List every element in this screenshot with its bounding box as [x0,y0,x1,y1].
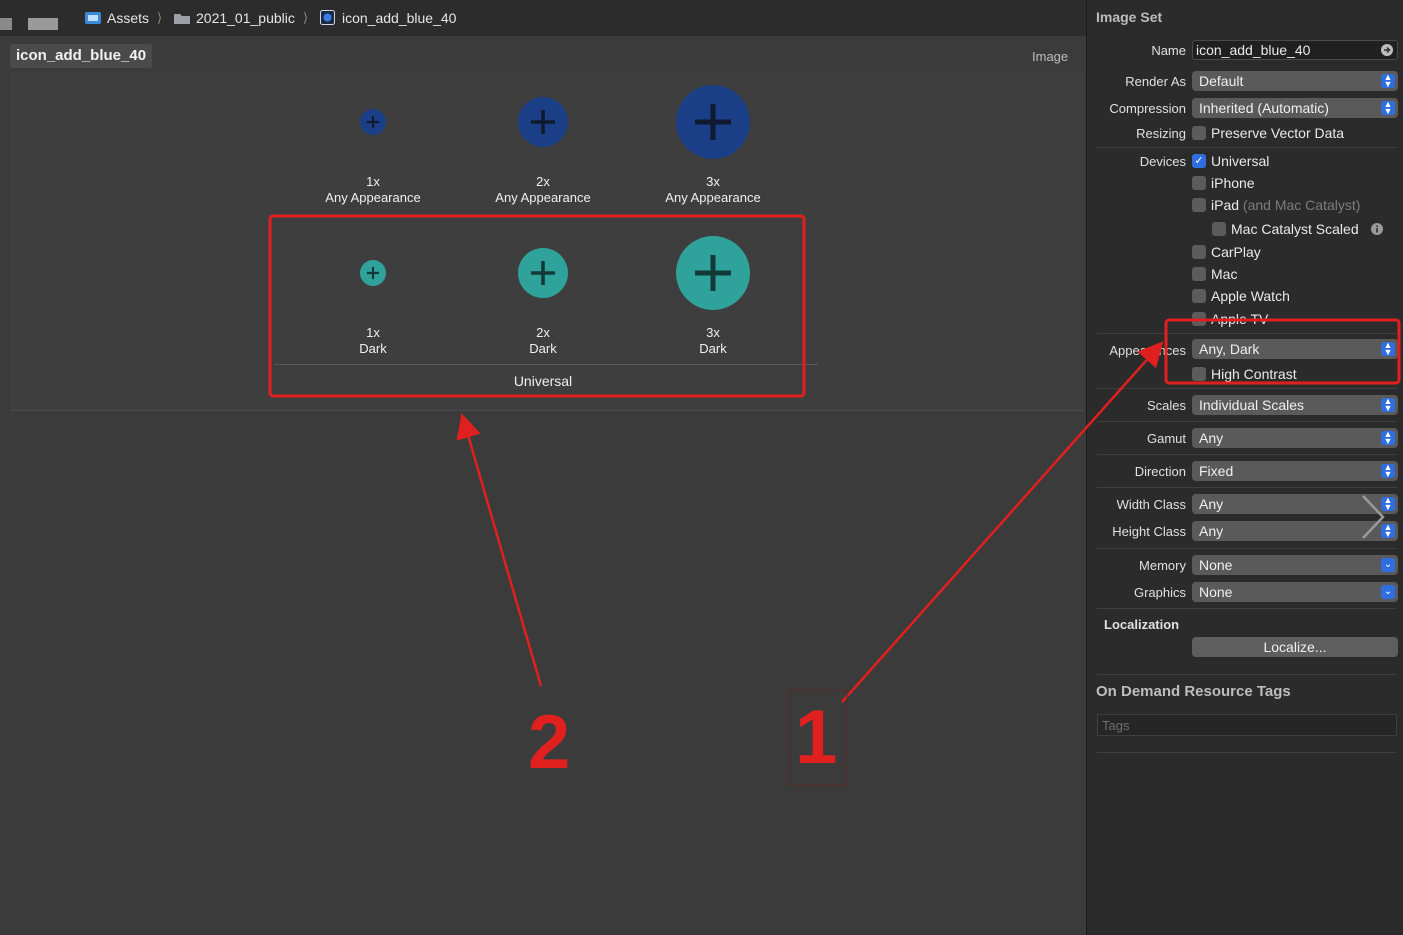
universal-checkbox[interactable]: ✓ [1192,154,1206,168]
appearances-popup[interactable]: Any, Dark ▲ ▼ [1192,339,1398,359]
inspector-title: Image Set [1096,9,1163,25]
chevron-down-icon: ⌄ [1381,558,1395,572]
section-divider [1097,421,1397,422]
direction-label: Direction [1134,464,1186,479]
mac-label: Mac [1211,266,1238,282]
height-class-label: Height Class [1112,524,1186,539]
breadcrumb-item-image-set[interactable]: icon_add_blue_40 [342,10,456,26]
jump-bar-control[interactable] [28,18,58,30]
tags-field[interactable]: Tags [1097,714,1397,736]
devices-label: Devices [1139,154,1186,169]
breadcrumb-item-folder[interactable]: 2021_01_public [196,10,295,26]
ipad-checkbox[interactable] [1192,198,1206,212]
name-label: Name [1151,43,1186,58]
high-contrast-checkbox[interactable] [1192,367,1206,381]
updown-chevron-icon: ▲ ▼ [1381,73,1395,89]
section-divider [1097,388,1397,389]
name-field[interactable]: icon_add_blue_40 [1192,40,1398,60]
apple-watch-checkbox[interactable] [1192,289,1206,303]
localization-title: Localization [1104,617,1180,632]
render-as-label: Render As [1125,74,1186,89]
apple-watch-label: Apple Watch [1211,288,1290,304]
apple-tv-label: Apple TV [1211,311,1269,327]
info-icon[interactable] [1371,223,1383,235]
memory-label: Memory [1139,558,1186,573]
plus-circle-3x-any[interactable] [676,85,750,159]
preserve-vector-label: Preserve Vector Data [1211,125,1345,141]
updown-chevron-icon: ▲ ▼ [1381,100,1395,116]
memory-popup[interactable]: None ⌄ [1192,555,1398,575]
slot-label: 1x Any Appearance [325,174,421,205]
section-divider [1097,454,1397,455]
folder-icon [174,14,190,24]
breadcrumb-separator: ⟩ [157,10,163,25]
compression-label: Compression [1109,101,1186,116]
graphics-label: Graphics [1133,585,1186,600]
section-divider [1097,487,1397,488]
breadcrumb-bar: Assets ⟩ 2021_01_public ⟩ icon_add_blue_… [0,0,1086,37]
plus-circle-1x-any[interactable] [360,109,386,135]
universal-label: Universal [1211,153,1270,169]
updown-chevron-icon: ▲ ▼ [1381,463,1395,479]
scales-popup[interactable]: Individual Scales ▲ ▼ [1192,395,1398,415]
arrow-circle-icon[interactable] [1381,44,1393,56]
plus-circle-3x-dark[interactable] [676,236,750,310]
odr-title: On Demand Resource Tags [1096,683,1291,700]
slot-label: 3x Dark [699,325,727,356]
section-divider [1097,333,1397,334]
high-contrast-label: High Contrast [1211,366,1297,382]
gamut-popup[interactable]: Any ▲ ▼ [1192,428,1398,448]
carplay-label: CarPlay [1211,244,1261,260]
iphone-label: iPhone [1211,175,1255,191]
updown-chevron-icon: ▲ ▼ [1381,341,1395,357]
group-divider [274,364,818,365]
resizing-label: Resizing [1136,126,1186,141]
mac-checkbox[interactable] [1192,267,1206,281]
image-set-icon [320,10,335,25]
direction-popup[interactable]: Fixed ▲ ▼ [1192,461,1398,481]
breadcrumb-item-assets[interactable]: Assets [107,10,149,26]
plus-circle-1x-dark[interactable] [360,260,386,286]
carplay-checkbox[interactable] [1192,245,1206,259]
annotation-number-2: 2 [528,700,571,785]
section-divider [1097,608,1397,609]
updown-chevron-icon: ▲ ▼ [1381,397,1395,413]
annotation-number-1: 1 [795,695,838,780]
preserve-vector-checkbox[interactable] [1192,126,1206,140]
render-as-popup[interactable]: Default ▲ ▼ [1192,71,1398,91]
section-divider [1097,674,1397,675]
slot-label: 2x Any Appearance [495,174,591,205]
slot-label: 2x Dark [529,325,557,356]
slot-label: 1x Dark [359,325,387,356]
ipad-label: iPad (and Mac Catalyst) [1211,197,1361,213]
navigator-toggle[interactable] [0,18,12,30]
bracket-chevron-icon [1362,495,1385,539]
asset-catalog-icon [85,12,101,24]
plus-circle-2x-dark[interactable] [518,248,568,298]
slot-label: 3x Any Appearance [665,174,761,205]
scales-label: Scales [1146,398,1186,413]
section-divider [1097,752,1397,753]
apple-tv-checkbox[interactable] [1192,312,1206,326]
gamut-label: Gamut [1146,431,1186,446]
mac-catalyst-scaled-checkbox[interactable] [1212,222,1226,236]
compression-popup[interactable]: Inherited (Automatic) ▲ ▼ [1192,98,1398,118]
plus-circle-2x-any[interactable] [518,97,568,147]
section-divider [1097,147,1397,148]
width-class-label: Width Class [1116,497,1186,512]
image-set-name[interactable]: icon_add_blue_40 [10,44,153,68]
device-group-label: Universal [513,373,573,389]
updown-chevron-icon: ▲ ▼ [1381,430,1395,446]
appearances-label: Appearances [1109,343,1186,358]
localize-button[interactable]: Localize... [1192,637,1398,657]
section-divider [1097,548,1397,549]
breadcrumb-separator: ⟩ [303,10,309,25]
chevron-down-icon: ⌄ [1381,585,1395,599]
graphics-popup[interactable]: None ⌄ [1192,582,1398,602]
mac-catalyst-scaled-label: Mac Catalyst Scaled [1231,221,1359,237]
iphone-checkbox[interactable] [1192,176,1206,190]
